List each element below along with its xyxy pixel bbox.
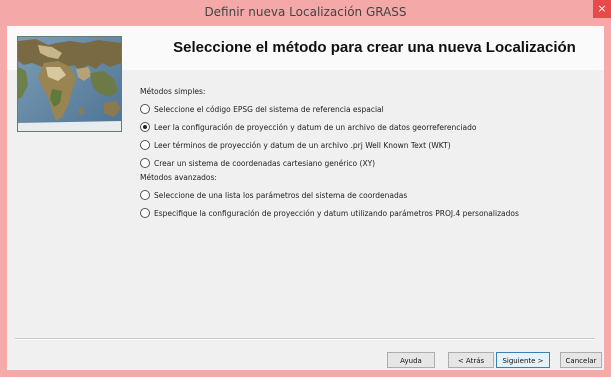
option-label: Crear un sistema de coordenadas cartesia… — [154, 158, 376, 168]
radio-button[interactable] — [140, 158, 150, 168]
next-button[interactable]: Siguiente > — [496, 352, 550, 368]
cancel-button[interactable]: Cancelar — [560, 352, 602, 368]
help-button[interactable]: Ayuda — [387, 352, 435, 368]
simple-methods-label: Métodos simples: — [140, 87, 206, 96]
page-title: Seleccione el método para crear una nuev… — [173, 39, 576, 56]
option-epsg[interactable]: Seleccione el código EPSG del sistema de… — [140, 100, 600, 118]
window-title: Definir nueva Localización GRASS — [204, 5, 407, 19]
radio-button[interactable] — [140, 208, 150, 218]
method-selection: Métodos simples: Seleccione el código EP… — [140, 86, 600, 222]
option-label: Leer términos de proyección y datum de u… — [154, 140, 451, 150]
radio-button[interactable] — [140, 104, 150, 114]
option-wkt-prj-file[interactable]: Leer términos de proyección y datum de u… — [140, 136, 600, 154]
option-label: Seleccione el código EPSG del sistema de… — [154, 104, 384, 114]
world-map-icon — [17, 36, 122, 132]
back-button[interactable]: < Atrás — [448, 352, 494, 368]
option-label: Seleccione de una lista los parámetros d… — [154, 190, 408, 200]
option-label: Especifique la configuración de proyecci… — [154, 208, 519, 218]
radio-button[interactable] — [140, 140, 150, 150]
option-proj4-parameters[interactable]: Especifique la configuración de proyecci… — [140, 204, 600, 222]
radio-button[interactable] — [140, 190, 150, 200]
option-coordinate-system-list[interactable]: Seleccione de una lista los parámetros d… — [140, 186, 600, 204]
close-icon[interactable]: × — [593, 0, 611, 18]
button-divider — [15, 338, 595, 340]
advanced-methods-label: Métodos avanzados: — [140, 173, 217, 182]
radio-button-selected[interactable] — [140, 122, 150, 132]
wizard-dialog: Seleccione el método para crear una nuev… — [7, 26, 604, 370]
option-georeferenced-file[interactable]: Leer la configuración de proyección y da… — [140, 118, 600, 136]
option-label: Leer la configuración de proyección y da… — [154, 122, 477, 132]
title-bar: Definir nueva Localización GRASS × — [0, 0, 611, 26]
option-generic-xy[interactable]: Crear un sistema de coordenadas cartesia… — [140, 154, 600, 172]
